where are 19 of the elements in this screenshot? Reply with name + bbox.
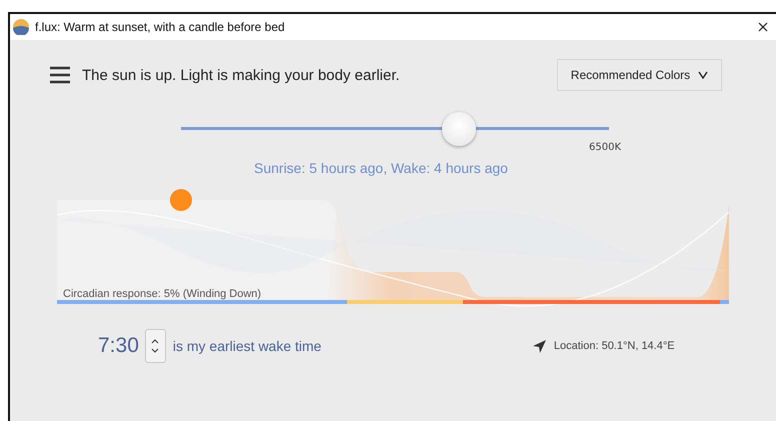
circadian-response: Circadian response: 5% (Winding Down) bbox=[63, 288, 262, 300]
time-spinner[interactable] bbox=[144, 329, 166, 363]
sun-info: Sunrise: 5 hours ago, Wake: 4 hours ago bbox=[254, 160, 508, 176]
temperature-reading: 6500K bbox=[589, 142, 622, 153]
close-icon[interactable] bbox=[758, 22, 768, 32]
location: Location: 50.1°N, 14.4°E bbox=[554, 340, 675, 352]
wake-time-label: is my earliest wake time bbox=[172, 338, 322, 354]
menu-icon[interactable] bbox=[50, 65, 70, 85]
slider-thumb[interactable] bbox=[442, 112, 476, 146]
status-message: The sun is up. Light is making your body earlier. bbox=[82, 66, 401, 84]
window-title: f.lux: Warm at sunset, with a candle before bed bbox=[35, 20, 285, 34]
caret-icon bbox=[698, 71, 708, 79]
preset-dropdown[interactable]: Recommended Colors bbox=[557, 59, 722, 91]
down-icon bbox=[151, 348, 160, 353]
location-arrow-icon bbox=[532, 340, 546, 352]
up-icon bbox=[151, 339, 160, 344]
wake-time: 7:30 bbox=[98, 334, 139, 358]
sun-position-marker bbox=[170, 189, 192, 211]
app-logo-icon bbox=[13, 19, 29, 35]
